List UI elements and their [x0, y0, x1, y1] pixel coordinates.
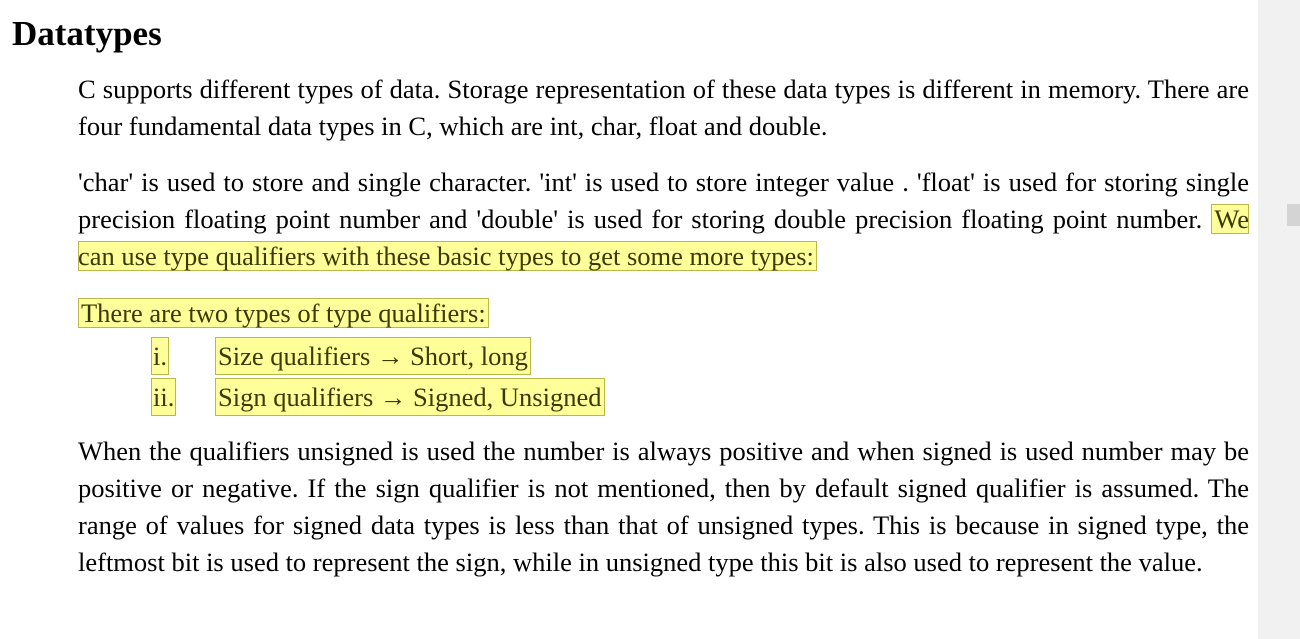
document-page: Datatypes C supports different types of … — [0, 0, 1258, 639]
paragraph-types: 'char' is used to store and single chara… — [78, 164, 1249, 275]
highlighted-qualifiers-intro[interactable]: There are two types of type qualifiers: — [78, 298, 489, 328]
vertical-scrollbar[interactable] — [1258, 0, 1300, 639]
list-item-text[interactable]: Sign qualifiers → Signed, Unsigned — [215, 378, 605, 416]
scrollbar-thumb[interactable] — [1287, 204, 1300, 226]
list-item-text[interactable]: Size qualifiers → Short, long — [215, 337, 531, 375]
paragraph-types-text: 'char' is used to store and single chara… — [78, 167, 1249, 234]
paragraph-intro: C supports different types of data. Stor… — [78, 74, 1249, 141]
list-marker[interactable]: i. — [151, 337, 169, 375]
page-title: Datatypes — [12, 14, 162, 53]
paragraph-signed-unsigned: When the qualifiers unsigned is used the… — [78, 436, 1249, 577]
list-marker[interactable]: ii. — [151, 378, 177, 416]
paragraph-qualifiers-intro: There are two types of type qualifiers: — [78, 297, 489, 329]
